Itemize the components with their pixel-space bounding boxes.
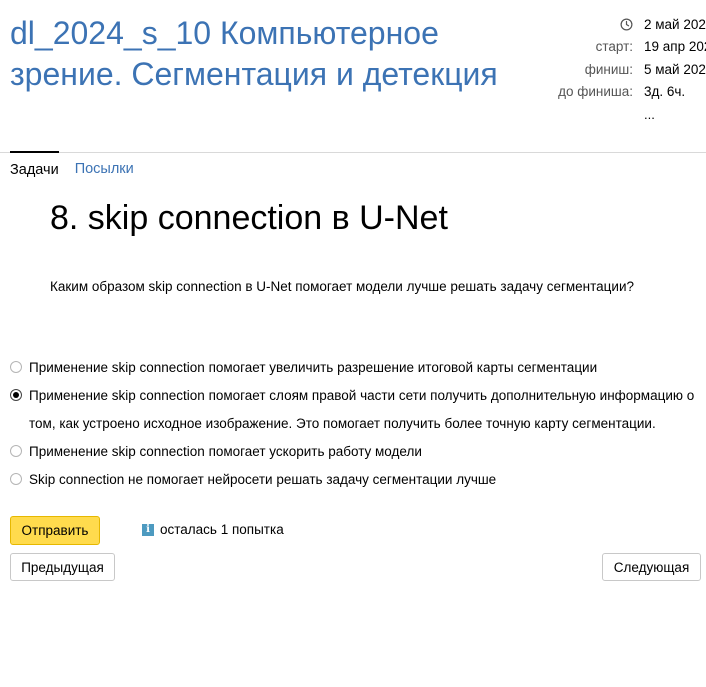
start-label: старт:: [595, 39, 633, 55]
radio-icon[interactable]: [10, 445, 22, 457]
tab-problems[interactable]: Задачи: [10, 151, 59, 186]
question-text: Каким образом skip connection в U-Net по…: [50, 279, 634, 294]
answer-options: Применение skip connection помогает увел…: [10, 354, 702, 494]
current-date-row: 2 май 2024: [505, 13, 706, 36]
finish-value: 5 май 2024: [644, 61, 706, 77]
attempts-info: i осталась 1 попытка: [142, 522, 284, 537]
clock-icon-wrap: [505, 18, 644, 31]
start-value: 19 апр 2024: [644, 39, 706, 55]
clock-icon: [620, 18, 633, 31]
answer-option-label: Skip connection не помогает нейросети ре…: [29, 472, 497, 487]
remaining-label: до финиша:: [558, 84, 633, 100]
page: dl_2024_s_10 Компьютерное зрение. Сегмен…: [0, 0, 706, 687]
radio-icon[interactable]: [10, 473, 22, 485]
answer-option[interactable]: Применение skip connection помогает уско…: [10, 438, 702, 466]
next-button[interactable]: Следующая: [602, 553, 701, 581]
radio-icon[interactable]: [10, 389, 22, 401]
answer-option[interactable]: Skip connection не помогает нейросети ре…: [10, 466, 702, 494]
problem-title: 8. skip connection в U-Net: [50, 199, 448, 237]
remaining-value: 3д. 6ч.: [644, 84, 686, 100]
answer-option[interactable]: Применение skip connection помогает слоя…: [10, 382, 702, 438]
answer-option-label: Применение skip connection помогает уско…: [29, 444, 422, 459]
remaining-row: до финиша: 3д. 6ч.: [505, 81, 706, 104]
current-date: 2 май 2024: [644, 16, 706, 32]
finish-row: финиш: 5 май 2024: [505, 58, 706, 81]
tab-submissions[interactable]: Посылки: [75, 152, 134, 185]
submit-button[interactable]: Отправить: [10, 516, 100, 545]
tabs: Задачи Посылки: [10, 151, 150, 186]
answer-option-label: Применение skip connection помогает слоя…: [29, 388, 695, 431]
previous-button[interactable]: Предыдущая: [10, 553, 115, 581]
radio-icon[interactable]: [10, 361, 22, 373]
answer-option-label: Применение skip connection помогает увел…: [29, 360, 598, 375]
info-more[interactable]: ...: [644, 107, 655, 122]
info-icon: i: [142, 523, 154, 536]
answer-option[interactable]: Применение skip connection помогает увел…: [10, 354, 702, 382]
finish-label: финиш:: [584, 61, 633, 77]
attempts-text: осталась 1 попытка: [160, 522, 284, 537]
contest-title: dl_2024_s_10 Компьютерное зрение. Сегмен…: [10, 15, 498, 92]
start-row: старт: 19 апр 2024: [505, 36, 706, 59]
contest-info: 2 май 2024 старт: 19 апр 2024 финиш: 5 м…: [505, 13, 706, 122]
